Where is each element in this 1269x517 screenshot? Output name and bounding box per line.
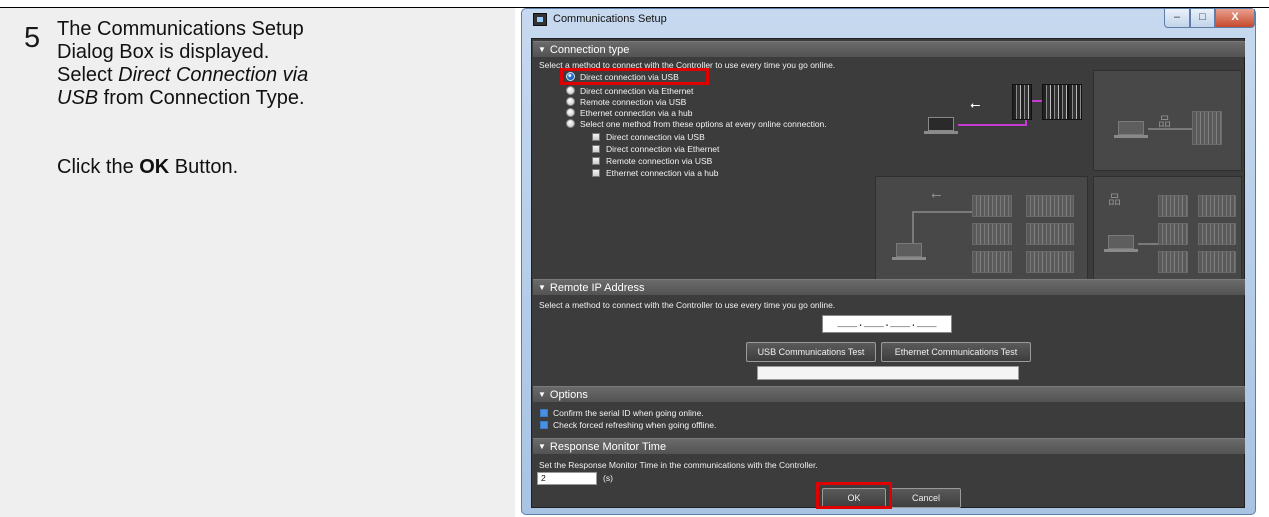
controller-icon	[1198, 195, 1236, 217]
radio-direct-ethernet[interactable]	[566, 86, 575, 95]
instruction-text: Select	[57, 64, 119, 86]
section-title: Remote IP Address	[549, 282, 645, 294]
controller-icon	[1158, 251, 1188, 273]
section-title: Connection type	[549, 44, 630, 56]
instruction-line: Dialog Box is displayed.	[57, 41, 270, 63]
remote-ip-header[interactable]: ▼ Remote IP Address	[533, 279, 1245, 295]
response-time-input[interactable]: 2	[537, 472, 597, 485]
suboption-checkbox[interactable]	[592, 169, 600, 177]
collapse-triangle-icon: ▼	[538, 283, 546, 292]
controller-icon	[1158, 223, 1188, 245]
controller-icon	[1158, 195, 1188, 217]
instruction-line: USB from Connection Type.	[57, 87, 477, 110]
dialog-body: ▼ Connection type Select a method to conn…	[531, 38, 1245, 509]
suboption-label: Ethernet connection via a hub	[606, 168, 719, 178]
section-title: Response Monitor Time	[549, 441, 667, 453]
cancel-button[interactable]: Cancel	[891, 488, 961, 508]
collapse-triangle-icon: ▼	[538, 442, 546, 451]
controller-icon	[972, 223, 1012, 245]
controller-icon	[1026, 251, 1074, 273]
instruction-emphasis: USB	[57, 87, 99, 109]
usb-link-line	[912, 211, 914, 243]
controller-icon	[1068, 84, 1082, 120]
usb-communications-test-button[interactable]: USB Communications Test	[746, 342, 876, 362]
highlight-box	[816, 482, 892, 509]
laptop-icon	[924, 117, 958, 134]
controller-icon	[972, 195, 1012, 217]
ip-address-input[interactable]: ___.___.___.___	[822, 315, 952, 333]
option-label: Ethernet connection via a hub	[580, 108, 693, 118]
option-label: Select one method from these options at …	[580, 119, 827, 129]
response-monitor-header[interactable]: ▼ Response Monitor Time	[533, 438, 1245, 454]
communications-setup-dialog: Communications Setup – □ X ▼ Connection t…	[521, 8, 1256, 515]
usb-icon: ⭠	[931, 187, 942, 202]
controller-icon	[1042, 84, 1068, 120]
remote-usb-diagram: ⭠	[875, 176, 1088, 282]
connection-type-header[interactable]: ▼ Connection type	[533, 41, 1245, 57]
response-time-unit: (s)	[603, 473, 613, 483]
instruction-text: Button.	[169, 156, 239, 178]
remote-ip-description: Select a method to connect with the Cont…	[539, 300, 836, 310]
instruction-line: The Communications Setup	[57, 18, 304, 40]
usb-link-line	[912, 211, 972, 213]
controller-icon	[1198, 251, 1236, 273]
minimize-button[interactable]: –	[1164, 9, 1190, 28]
title-bar[interactable]: Communications Setup – □ X	[522, 9, 1255, 31]
collapse-triangle-icon: ▼	[538, 390, 546, 399]
controller-icon	[1012, 84, 1032, 120]
laptop-icon	[1104, 235, 1138, 252]
radio-select-every-time[interactable]	[566, 119, 575, 128]
instruction-emphasis: Direct Connection via	[118, 64, 309, 86]
network-hub-icon: 品	[1108, 192, 1122, 207]
highlight-box	[560, 68, 709, 85]
radio-remote-usb[interactable]	[566, 97, 575, 106]
confirm-serial-id-checkbox[interactable]	[540, 409, 548, 417]
suboption-checkbox[interactable]	[592, 133, 600, 141]
option-label: Direct connection via Ethernet	[580, 86, 694, 96]
option-label: Remote connection via USB	[580, 97, 687, 107]
maximize-button[interactable]: □	[1190, 9, 1215, 28]
test-progress-bar	[757, 366, 1019, 380]
instruction-text: Click the	[57, 156, 140, 178]
ethernet-link-line	[1138, 243, 1158, 245]
collapse-triangle-icon: ▼	[538, 45, 546, 54]
controller-icon	[1192, 111, 1222, 145]
section-title: Options	[549, 389, 588, 401]
suboption-checkbox[interactable]	[592, 145, 600, 153]
option-label: Check forced refreshing when going offli…	[553, 420, 717, 430]
suboption-label: Direct connection via USB	[606, 132, 705, 142]
usb-icon: ⭠	[970, 97, 981, 112]
step-number: 5	[24, 22, 41, 54]
suboption-checkbox[interactable]	[592, 157, 600, 165]
window-title: Communications Setup	[553, 13, 667, 25]
instruction-line: Select Direct Connection via	[57, 64, 477, 87]
instruction-line: Click the OK Button.	[57, 156, 477, 179]
ethernet-communications-test-button[interactable]: Ethernet Communications Test	[881, 342, 1031, 362]
controller-icon	[1198, 223, 1236, 245]
instruction-text: from Connection Type.	[98, 87, 305, 109]
check-forced-refresh-checkbox[interactable]	[540, 421, 548, 429]
controller-icon	[972, 251, 1012, 273]
instruction-bold: OK	[139, 156, 170, 178]
close-button[interactable]: X	[1215, 9, 1255, 28]
suboption-label: Remote connection via USB	[606, 156, 713, 166]
controller-icon	[1026, 223, 1074, 245]
radio-ethernet-hub[interactable]	[566, 108, 575, 117]
direct-ethernet-diagram: 品	[1093, 70, 1242, 171]
ethernet-hub-diagram: 品	[1093, 176, 1242, 282]
option-label: Confirm the serial ID when going online.	[553, 408, 704, 418]
laptop-icon	[892, 243, 926, 260]
usb-link-line	[958, 124, 1026, 126]
step-instructions: The Communications Setup Dialog Box is d…	[57, 18, 477, 179]
network-hub-icon: 品	[1158, 114, 1172, 129]
controller-icon	[1026, 195, 1074, 217]
response-monitor-description: Set the Response Monitor Time in the com…	[539, 460, 818, 470]
window-app-icon	[533, 13, 547, 26]
laptop-icon	[1114, 121, 1148, 138]
suboption-label: Direct connection via Ethernet	[606, 144, 720, 154]
options-header[interactable]: ▼ Options	[533, 386, 1245, 402]
